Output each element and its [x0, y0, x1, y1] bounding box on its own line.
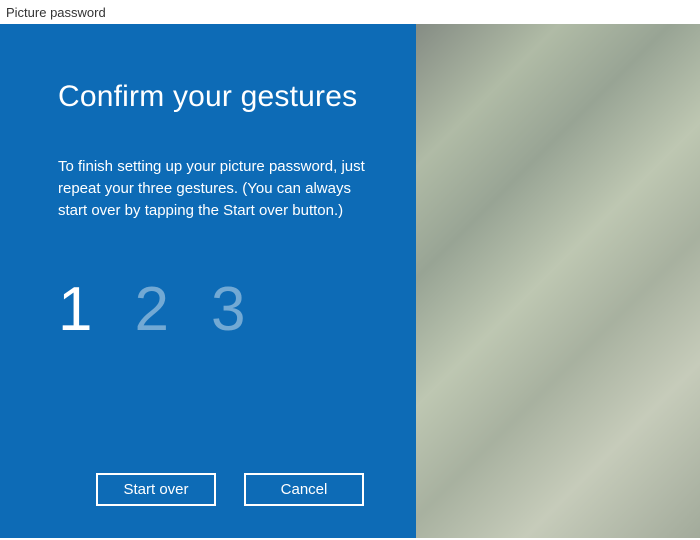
instruction-text: To finish setting up your picture passwo…	[58, 156, 378, 221]
step-3: 3	[211, 279, 245, 341]
window-title: Picture password	[0, 0, 700, 24]
gesture-picture-area[interactable]	[416, 24, 700, 538]
start-over-button[interactable]: Start over	[96, 473, 216, 506]
page-title: Confirm your gestures	[58, 80, 378, 114]
step-indicator: 1 2 3	[58, 279, 378, 341]
instruction-panel: Confirm your gestures To finish setting …	[0, 24, 416, 538]
cancel-button[interactable]: Cancel	[244, 473, 364, 506]
button-row: Start over Cancel	[96, 473, 364, 506]
content-area: Confirm your gestures To finish setting …	[0, 24, 700, 538]
step-2: 2	[134, 279, 168, 341]
step-1: 1	[58, 279, 92, 341]
